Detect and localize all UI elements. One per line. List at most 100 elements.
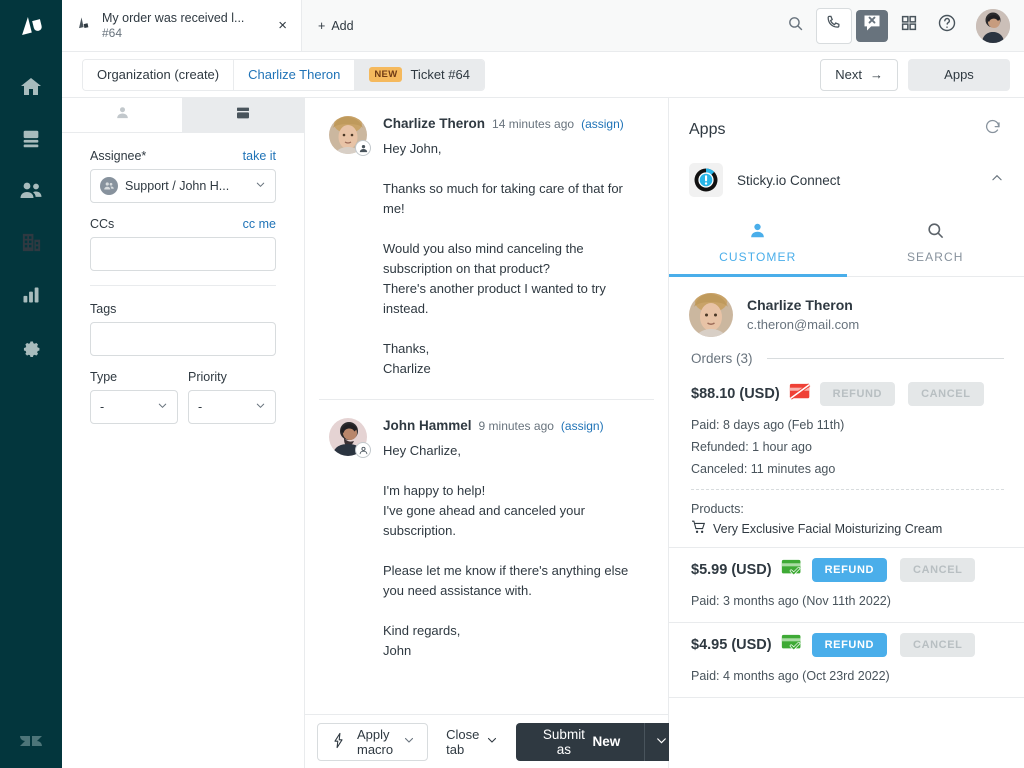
submit-prefix: Submit as: [542, 726, 585, 757]
breadcrumb-item-user[interactable]: Charlize Theron: [234, 59, 356, 90]
zendesk-agent-workspace: My order was received l... #64 × + Add O…: [0, 0, 1024, 768]
chat-status-button[interactable]: [856, 9, 888, 42]
priority-field: Priority -: [188, 370, 276, 424]
tab-text-block: My order was received l... #64: [102, 11, 266, 41]
conversation-panel: Charlize Theron 14 minutes ago (assign) …: [305, 98, 678, 768]
type-field: Type -: [90, 370, 178, 424]
workspace-body: Assignee* take it Support / John H... CC…: [62, 98, 1024, 768]
refund-button[interactable]: REFUND: [811, 633, 888, 657]
customer-identity: Charlize Theron c.theron@mail.com: [747, 296, 859, 334]
cancel-button: CANCEL: [908, 382, 984, 406]
sidebar-item-reporting[interactable]: [0, 271, 62, 323]
chat-closed-icon: [862, 13, 882, 38]
tab-customer[interactable]: CUSTOMER: [669, 213, 847, 277]
phone-icon: [825, 14, 844, 38]
chevron-up-icon[interactable]: [990, 171, 1004, 190]
apps-panel: Apps Sticky.io Connect CUSTOMER SEARCH C…: [669, 98, 1024, 768]
order-inner-divider: [691, 489, 1004, 490]
organizations-icon: [20, 231, 43, 259]
assignee-select[interactable]: Support / John H...: [90, 169, 276, 203]
tab-ticket[interactable]: [183, 98, 304, 132]
type-select[interactable]: -: [90, 390, 178, 424]
assign-link[interactable]: (assign): [581, 117, 624, 131]
assignee-label-row: Assignee* take it: [90, 149, 276, 163]
take-it-link[interactable]: take it: [243, 149, 276, 163]
search-button[interactable]: [778, 9, 812, 43]
topbar-actions: [778, 0, 1024, 51]
chevron-down-icon: [486, 734, 498, 749]
priority-select[interactable]: -: [188, 390, 276, 424]
apply-macro-select[interactable]: Apply macro: [317, 722, 429, 761]
sidebar-item-customers[interactable]: [0, 167, 62, 219]
comment-text: Hey Charlize, I'm happy to help! I've go…: [383, 443, 629, 658]
order-amount: $88.10 (USD): [691, 386, 780, 402]
chevron-down-icon: [255, 179, 266, 193]
comment: Charlize Theron 14 minutes ago (assign) …: [319, 98, 654, 400]
card-paid-icon: [781, 559, 803, 581]
type-value: -: [100, 400, 105, 414]
refund-button[interactable]: REFUND: [811, 558, 888, 582]
comment: John Hammel 9 minutes ago (assign) Hey C…: [319, 400, 654, 681]
next-ticket-button[interactable]: Next →: [820, 58, 898, 91]
comment-header: Charlize Theron 14 minutes ago (assign): [383, 116, 644, 131]
refresh-icon[interactable]: [984, 118, 1002, 141]
cc-me-link[interactable]: cc me: [243, 217, 276, 231]
agent-icon: [355, 442, 371, 458]
search-icon: [926, 221, 945, 243]
close-tab-icon[interactable]: ×: [276, 18, 289, 33]
sidebar-item-views[interactable]: [0, 115, 62, 167]
cart-icon: [691, 520, 707, 537]
reporting-icon: [21, 285, 41, 310]
product-tray-logo[interactable]: [18, 14, 44, 45]
properties-divider: [90, 285, 276, 286]
breadcrumb-item-ticket[interactable]: NEW Ticket #64: [355, 59, 484, 90]
tags-label: Tags: [90, 302, 117, 316]
help-button[interactable]: [930, 9, 964, 43]
priority-value: -: [198, 400, 203, 414]
close-tab-dropdown[interactable]: Close tab: [440, 727, 504, 757]
conversation-scroll[interactable]: Charlize Theron 14 minutes ago (assign) …: [305, 98, 668, 714]
chevron-down-icon: [255, 400, 266, 414]
comment-author: Charlize Theron: [383, 116, 486, 131]
assign-link[interactable]: (assign): [561, 419, 604, 433]
comment-author: John Hammel: [383, 418, 472, 433]
tab-user[interactable]: [62, 98, 183, 132]
cancel-button: CANCEL: [900, 633, 976, 657]
comment-timestamp: 9 minutes ago: [478, 419, 554, 433]
avatar: [329, 418, 371, 458]
tags-label-row: Tags: [90, 302, 276, 316]
apps-grid-button[interactable]: [892, 9, 926, 43]
submit-button[interactable]: Submit as New: [516, 722, 645, 761]
order-paid-line: Paid: 4 months ago (Oct 23rd 2022): [691, 669, 890, 683]
app-header-row[interactable]: Sticky.io Connect: [689, 151, 1004, 213]
order-header: $88.10 (USD) REFUND CANCEL: [691, 382, 1004, 406]
tab-search[interactable]: SEARCH: [847, 213, 1024, 276]
customer-email: c.theron@mail.com: [747, 317, 860, 332]
card-paid-icon: [781, 634, 803, 656]
open-ticket-tab[interactable]: My order was received l... #64 ×: [62, 0, 302, 51]
avatar: [329, 116, 371, 156]
call-console-button[interactable]: [816, 7, 852, 44]
ccs-input[interactable]: [90, 237, 276, 271]
avatar[interactable]: [976, 8, 1010, 43]
breadcrumb-item-organization[interactable]: Organization (create): [83, 59, 235, 90]
group-avatar-icon: [100, 177, 118, 195]
chevron-down-icon: [403, 734, 415, 749]
add-tab-button[interactable]: + Add: [302, 0, 370, 51]
apply-macro-label: Apply macro: [357, 726, 394, 757]
sidebar-item-home[interactable]: [0, 63, 62, 115]
app-tabs: CUSTOMER SEARCH: [669, 213, 1024, 277]
apps-toggle-button[interactable]: Apps: [908, 58, 1010, 91]
ticket-properties-panel: Assignee* take it Support / John H... CC…: [62, 98, 305, 768]
sidebar-item-admin[interactable]: [0, 323, 62, 375]
tags-input[interactable]: [90, 322, 276, 356]
type-label: Type: [90, 370, 118, 384]
end-user-icon: [355, 140, 371, 156]
breadcrumb-row: Organization (create) Charlize Theron NE…: [62, 52, 1024, 98]
order-header: $5.99 (USD) REFUND CANCEL: [691, 558, 1004, 582]
ccs-label-row: CCs cc me: [90, 217, 276, 231]
cancel-button: CANCEL: [900, 558, 976, 582]
status-badge: NEW: [369, 67, 403, 82]
order-amount: $5.99 (USD): [691, 562, 772, 578]
sidebar-item-organizations[interactable]: [0, 219, 62, 271]
